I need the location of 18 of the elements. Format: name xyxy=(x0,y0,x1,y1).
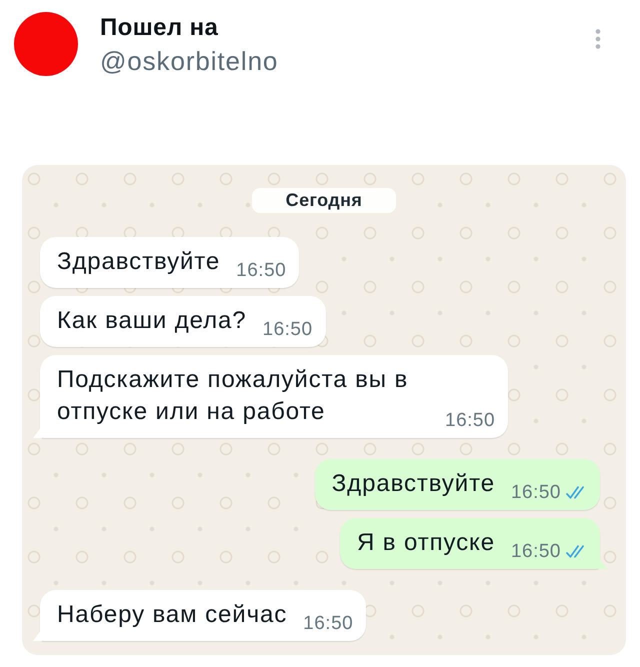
author-handle[interactable]: @oskorbitelno xyxy=(100,46,278,76)
message-time: 16:50 xyxy=(510,483,561,502)
message-text: Как ваши дела? xyxy=(57,306,247,336)
message-time: 16:50 xyxy=(510,542,561,561)
message-text: Наберу вам сейчас xyxy=(57,600,288,630)
message-time: 16:50 xyxy=(445,411,496,430)
message-bubble[interactable]: Здравствуйте 16:50 xyxy=(40,237,300,288)
message-time: 16:50 xyxy=(303,614,354,633)
message-text: Здравствуйте xyxy=(332,469,495,499)
message-bubble[interactable]: Как ваши дела? 16:50 xyxy=(40,296,326,347)
author-name[interactable]: Пошел на xyxy=(100,14,218,42)
message-text: Здравствуйте xyxy=(57,247,220,277)
message-text: Подскажите пожалуйста вы в отпуске или на работе xyxy=(57,365,410,427)
message-time: 16:50 xyxy=(262,320,313,339)
date-chip: Сегодня xyxy=(252,188,396,213)
message-time: 16:50 xyxy=(236,261,286,280)
message-text: Я в отпуске xyxy=(356,528,495,558)
message-bubble[interactable]: Здравствуйте 16:50 xyxy=(314,459,600,510)
